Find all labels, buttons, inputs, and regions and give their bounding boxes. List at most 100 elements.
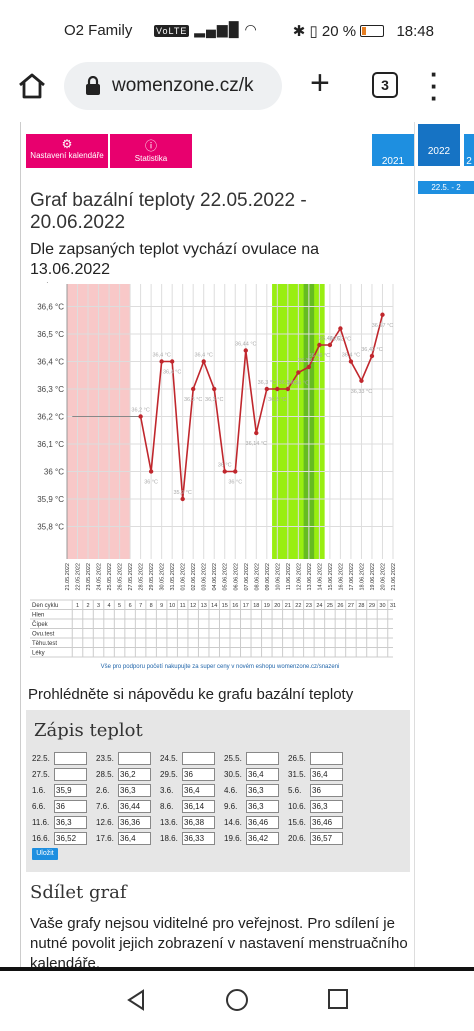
- entry-date-label: 23.5.: [96, 754, 114, 763]
- temperature-input[interactable]: 36: [182, 768, 215, 781]
- statistics-button[interactable]: ⓘ Statistika: [110, 134, 192, 168]
- year-tab-2022[interactable]: 2022: [418, 124, 460, 166]
- vibrate-icon: ▯: [309, 23, 318, 40]
- browser-menu-icon[interactable]: · · ·: [430, 61, 439, 111]
- y-tick-label: 35,9 °C: [37, 495, 64, 504]
- entry-heading: Zápis teplot: [34, 720, 143, 741]
- x-tick-label: 30.05.2022: [160, 563, 166, 591]
- data-point: [327, 342, 333, 348]
- year-tab-2021[interactable]: 2021: [372, 134, 414, 167]
- data-label: 36 °C: [144, 480, 158, 486]
- temperature-input[interactable]: [54, 752, 87, 765]
- status-bar: O2 Family VoLTE ▂▄▆█ ◠ ✱ ▯ 20 % 18:48: [0, 0, 474, 58]
- cycle-day-number: 9: [160, 603, 163, 609]
- y-tick-label: 36 °C: [44, 468, 64, 477]
- cycle-day-number: 10: [169, 603, 175, 609]
- data-point: [264, 386, 270, 392]
- data-point: [348, 359, 354, 364]
- data-label: 36,3 °C: [258, 380, 276, 386]
- home-icon[interactable]: [16, 70, 48, 102]
- cycle-day-number: 29: [369, 603, 375, 609]
- y-tick-label: 36,4 °C: [37, 358, 64, 367]
- temperature-input[interactable]: 36,3: [246, 800, 279, 813]
- cycle-day-number: 22: [295, 603, 301, 609]
- back-icon[interactable]: [124, 988, 148, 1012]
- year-tab-next[interactable]: 2: [464, 134, 474, 167]
- entry-date-label: 4.6.: [224, 786, 238, 795]
- temperature-input[interactable]: 36,3: [54, 816, 87, 829]
- calendar-settings-label: Nastavení kalendáře: [30, 151, 104, 160]
- x-tick-label: 31.05.2022: [170, 563, 176, 591]
- data-label: 36 °C: [228, 480, 242, 486]
- tab-switcher-button[interactable]: 3: [372, 72, 398, 98]
- temperature-input[interactable]: 35,9: [54, 784, 87, 797]
- temperature-input[interactable]: 36,44: [118, 800, 151, 813]
- entry-date-label: 5.6.: [288, 786, 302, 795]
- temperature-input[interactable]: 36,46: [310, 816, 343, 829]
- battery-icon: [360, 25, 385, 37]
- home-nav-icon[interactable]: [225, 988, 249, 1012]
- data-point: [369, 353, 375, 359]
- entry-date-label: 25.5.: [224, 754, 242, 763]
- temperature-input[interactable]: [182, 752, 215, 765]
- table-row-label: Hlen: [32, 613, 44, 619]
- temperature-input[interactable]: 36,3: [118, 784, 151, 797]
- new-tab-button[interactable]: +: [310, 66, 330, 100]
- save-button[interactable]: Uložit: [32, 848, 58, 860]
- y-tick-label: 36,6 °C: [37, 303, 64, 312]
- cycle-day-number: 18: [253, 603, 259, 609]
- temperature-input[interactable]: [54, 768, 87, 781]
- temperature-input[interactable]: 36,2: [118, 768, 151, 781]
- year-panel: [414, 122, 474, 967]
- table-row-label: Těhu.test: [32, 641, 57, 647]
- temperature-input[interactable]: 36,38: [182, 816, 215, 829]
- carrier-name: O2 Family: [64, 22, 133, 39]
- recent-apps-icon[interactable]: [327, 988, 349, 1010]
- temperature-input[interactable]: 36,42: [246, 832, 279, 845]
- cycle-day-number: 26: [337, 603, 343, 609]
- address-bar[interactable]: womenzone.cz/k: [64, 62, 282, 110]
- data-label: 36,4 °C: [152, 353, 170, 359]
- cycle-day-number: 25: [327, 603, 333, 609]
- data-point: [296, 370, 301, 375]
- x-tick-label: 05.06.2022: [223, 563, 229, 591]
- temperature-input[interactable]: [118, 752, 151, 765]
- temperature-input[interactable]: 36: [310, 784, 343, 797]
- lock-icon: [84, 75, 102, 96]
- data-point: [212, 386, 217, 392]
- entry-date-label: 29.5.: [160, 770, 178, 779]
- temperature-input[interactable]: 36,14: [182, 800, 215, 813]
- calendar-settings-button[interactable]: ⚙ Nastavení kalendáře: [26, 134, 108, 168]
- temperature-input[interactable]: 36: [54, 800, 87, 813]
- data-label: 36,3 °C: [268, 397, 286, 403]
- temperature-input[interactable]: 36,57: [310, 832, 343, 845]
- temperature-input[interactable]: 36,4: [182, 784, 215, 797]
- temperature-input[interactable]: 36,33: [182, 832, 215, 845]
- web-page: ⚙ Nastavení kalendáře ⓘ Statistika 2021 …: [0, 122, 474, 967]
- temperature-input[interactable]: 36,4: [118, 832, 151, 845]
- data-point: [359, 378, 364, 383]
- entry-date-label: 14.6.: [224, 818, 242, 827]
- temperature-input[interactable]: 36,46: [246, 816, 279, 829]
- temperature-input[interactable]: 36,3: [310, 800, 343, 813]
- temperature-input[interactable]: 36,3: [246, 784, 279, 797]
- date-range-label[interactable]: 22.5. - 2: [418, 181, 474, 194]
- data-point: [159, 359, 164, 364]
- temperature-input[interactable]: [310, 752, 343, 765]
- x-tick-label: 14.06.2022: [317, 563, 323, 591]
- x-tick-label: 16.06.2022: [338, 563, 344, 591]
- cycle-day-number: 27: [348, 603, 354, 609]
- temperature-input[interactable]: 36,4: [246, 768, 279, 781]
- temperature-input[interactable]: 36,4: [310, 768, 343, 781]
- entry-date-label: 22.5.: [32, 754, 50, 763]
- cycle-day-number: 23: [306, 603, 312, 609]
- x-tick-label: 09.06.2022: [265, 563, 271, 591]
- data-label: 36,42 °C: [361, 347, 382, 353]
- temperature-input[interactable]: 36,36: [118, 816, 151, 829]
- data-label: 36,44 °C: [235, 342, 256, 348]
- temperature-input[interactable]: 36,52: [54, 832, 87, 845]
- temperature-input[interactable]: [246, 752, 279, 765]
- entry-date-label: 8.6.: [160, 802, 174, 811]
- help-link[interactable]: Prohlédněte si nápovědu ke grafu bazální…: [28, 686, 353, 703]
- cycle-day-number: 13: [201, 603, 207, 609]
